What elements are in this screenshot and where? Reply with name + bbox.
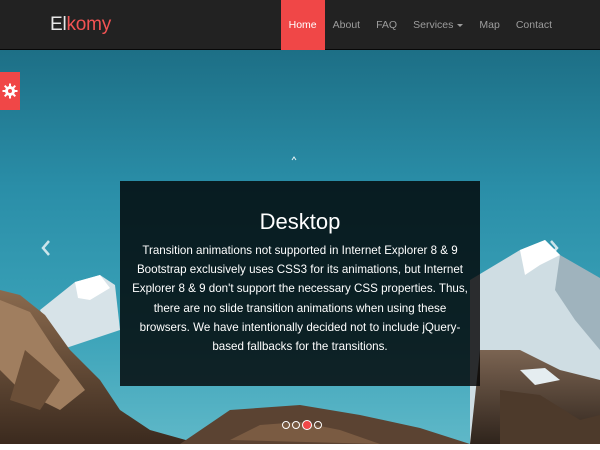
- carousel-next-button[interactable]: [548, 238, 560, 263]
- main-nav: Home About FAQ Services Map Contact: [280, 0, 560, 50]
- chevron-right-icon: [550, 240, 559, 256]
- carousel-indicators: [282, 420, 322, 430]
- caption-title: Desktop: [259, 209, 341, 234]
- carousel-indicator-3[interactable]: [302, 420, 312, 430]
- nav-item-contact[interactable]: Contact: [508, 0, 560, 50]
- nav-item-home[interactable]: Home: [280, 0, 325, 50]
- brand-part-2: komy: [66, 14, 112, 35]
- nav-item-label: Map: [479, 19, 500, 31]
- nav-item-label: Home: [288, 19, 317, 31]
- page-bottom-strip: [0, 444, 600, 450]
- nav-item-label: About: [332, 19, 361, 31]
- carousel-indicator-1[interactable]: [282, 421, 290, 429]
- nav-item-about[interactable]: About: [325, 0, 368, 50]
- navbar: Elkomy Home About FAQ Services Map Conta…: [0, 0, 600, 50]
- nav-item-label: Contact: [515, 19, 552, 31]
- caption-text: Transition animations not supported in I…: [132, 244, 468, 354]
- gear-icon: [2, 83, 18, 99]
- nav-item-map[interactable]: Map: [471, 0, 507, 50]
- nav-item-faq[interactable]: FAQ: [368, 0, 405, 50]
- nav-item-label: FAQ: [376, 19, 398, 31]
- carousel-indicator-4[interactable]: [314, 421, 322, 429]
- nav-item-services[interactable]: Services: [405, 0, 471, 50]
- caret-down-icon: [457, 23, 464, 27]
- brand-logo[interactable]: Elkomy: [50, 14, 111, 36]
- carousel-indicator-2[interactable]: [292, 421, 300, 429]
- brand-part-1: El: [50, 14, 67, 35]
- chevron-left-icon: [41, 240, 50, 256]
- carousel-prev-button[interactable]: [40, 238, 52, 263]
- nav-item-label: Services: [413, 19, 454, 31]
- carousel-caption: Desktop Transition animations not suppor…: [120, 181, 480, 386]
- settings-toggle-button[interactable]: [0, 72, 20, 110]
